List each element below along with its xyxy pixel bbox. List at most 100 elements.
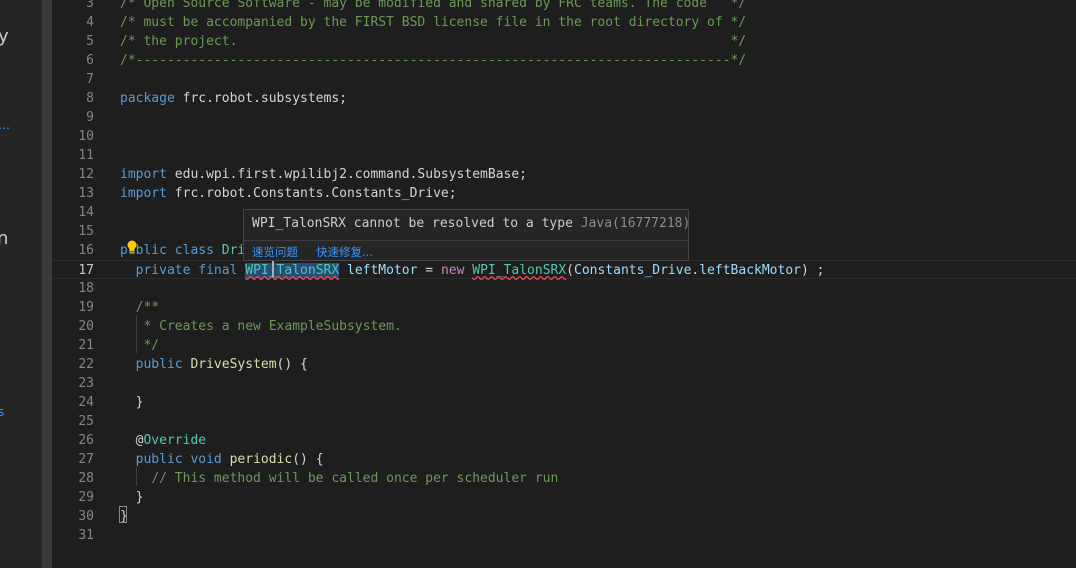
line-number: 15 bbox=[78, 224, 94, 239]
code-editor[interactable]: 3 /* Open Source Software - may be modifi… bbox=[52, 0, 1076, 568]
code-line[interactable]: 13 import frc.robot.Constants.Constants_D… bbox=[52, 184, 1076, 203]
code-line[interactable]: 24 } bbox=[52, 393, 1076, 412]
sidebar-panel: y … n J s bbox=[0, 0, 42, 568]
code-token: /* Open Source Software - may be modifie… bbox=[120, 0, 747, 11]
line-number: 31 bbox=[78, 528, 94, 543]
peek-problem-link[interactable]: 速览问题 bbox=[252, 244, 298, 260]
code-token: leftBackMotor bbox=[699, 263, 801, 278]
code-token: WPI_TalonSRX bbox=[245, 263, 340, 278]
code-token: ( bbox=[566, 263, 574, 278]
code-token: @ bbox=[120, 433, 144, 448]
code-token: } bbox=[120, 490, 144, 505]
line-code: public DriveSystem() { bbox=[120, 355, 308, 374]
line-number: 30 bbox=[78, 509, 94, 524]
line-number: 20 bbox=[78, 319, 94, 334]
hover-error-text: WPI_TalonSRX cannot be resolved to a typ… bbox=[252, 216, 573, 231]
line-number: 17 bbox=[78, 263, 94, 278]
code-token: /* the project. */ bbox=[120, 34, 747, 49]
code-line[interactable]: 29 } bbox=[52, 488, 1076, 507]
code-line[interactable]: 8 package frc.robot.subsystems; bbox=[52, 89, 1076, 108]
code-token: () { bbox=[292, 452, 324, 467]
line-code: @Override bbox=[120, 431, 206, 450]
code-token: leftMotor bbox=[347, 263, 418, 278]
code-token: */ bbox=[143, 338, 160, 353]
code-token: public bbox=[135, 452, 183, 467]
code-token: * Creates a new ExampleSubsystem. bbox=[143, 319, 402, 334]
code-token: /** bbox=[135, 300, 160, 315]
code-token: ) ; bbox=[800, 263, 825, 278]
code-token: public bbox=[135, 357, 183, 372]
code-line[interactable]: 6 /*-------------------------------------… bbox=[52, 51, 1076, 70]
code-line[interactable]: 20 * Creates a new ExampleSubsystem. bbox=[52, 317, 1076, 336]
code-line[interactable]: 18 bbox=[52, 279, 1076, 298]
code-line[interactable]: 7 bbox=[52, 70, 1076, 89]
code-token: frc.robot.subsystems; bbox=[174, 91, 347, 106]
sidebar-scrollbar[interactable] bbox=[42, 0, 52, 568]
code-token: DriveSystem bbox=[190, 357, 277, 372]
hover-error-source: Java(16777218) bbox=[580, 216, 691, 231]
line-number: 25 bbox=[78, 414, 94, 429]
line-number: 19 bbox=[78, 300, 94, 315]
code-token: package bbox=[120, 91, 175, 106]
code-token: edu.wpi.first.wpilibj2.command.Subsystem… bbox=[166, 167, 527, 182]
line-code: /** bbox=[120, 298, 159, 317]
code-line[interactable]: 9 bbox=[52, 108, 1076, 127]
line-number: 23 bbox=[78, 376, 94, 391]
code-token: /*--------------------------------------… bbox=[120, 53, 747, 68]
code-token: final bbox=[198, 263, 238, 278]
line-code: private final WPI_TalonSRX leftMotor = n… bbox=[120, 261, 824, 280]
code-token: = bbox=[417, 263, 441, 278]
indent-guide bbox=[136, 315, 137, 353]
line-number: 28 bbox=[78, 471, 94, 486]
code-line[interactable]: 4 /* must be accompanied by the FIRST BSD… bbox=[52, 13, 1076, 32]
code-line[interactable]: 12 import edu.wpi.first.wpilibj2.command.… bbox=[52, 165, 1076, 184]
hover-actions: 速览问题 快速修复... bbox=[244, 240, 688, 261]
line-code: public class Dri bbox=[120, 241, 245, 260]
line-number: 4 bbox=[86, 15, 94, 30]
code-line[interactable]: 5 /* the project. */ bbox=[52, 32, 1076, 51]
sidebar-text-fragment: y bbox=[0, 26, 9, 47]
code-token: void bbox=[190, 452, 222, 467]
code-line[interactable]: 28 // This method will be called once pe… bbox=[52, 469, 1076, 488]
line-number: 5 bbox=[86, 34, 94, 49]
quick-fix-link[interactable]: 快速修复... bbox=[316, 244, 373, 260]
line-number: 24 bbox=[78, 395, 94, 410]
code-line[interactable]: 31 bbox=[52, 526, 1076, 545]
error-hover-widget: WPI_TalonSRX cannot be resolved to a typ… bbox=[243, 209, 691, 261]
lightbulb-icon[interactable] bbox=[126, 240, 138, 254]
line-code: package frc.robot.subsystems; bbox=[120, 89, 347, 108]
line-code: */ bbox=[120, 336, 159, 355]
line-code: } bbox=[120, 393, 144, 412]
line-code: // This method will be called once per s… bbox=[120, 469, 558, 488]
code-line[interactable]: 27 public void periodic() { bbox=[52, 450, 1076, 469]
bracket-match-highlight bbox=[119, 506, 127, 523]
code-line[interactable]: 22 public DriveSystem() { bbox=[52, 355, 1076, 374]
code-token: new bbox=[440, 263, 465, 278]
code-line[interactable]: 25 bbox=[52, 412, 1076, 431]
code-line[interactable]: 3 /* Open Source Software - may be modifi… bbox=[52, 0, 1076, 13]
indent-guide bbox=[136, 467, 137, 486]
code-token: import bbox=[120, 186, 167, 201]
code-token: // This method will be called once per s… bbox=[151, 471, 559, 486]
line-code: * Creates a new ExampleSubsystem. bbox=[120, 317, 402, 336]
code-line[interactable]: 30} bbox=[52, 507, 1076, 526]
line-code: /* the project. */ bbox=[120, 32, 746, 51]
line-code: /*--------------------------------------… bbox=[120, 51, 746, 70]
code-line[interactable]: 10 bbox=[52, 127, 1076, 146]
code-line[interactable]: 11 bbox=[52, 146, 1076, 165]
line-code: /* Open Source Software - may be modifie… bbox=[120, 0, 746, 13]
code-line[interactable]: 26 @Override bbox=[52, 431, 1076, 450]
line-number: 13 bbox=[78, 186, 94, 201]
code-line[interactable]: 19 /** bbox=[52, 298, 1076, 317]
code-line[interactable]: 17 private final WPI_TalonSRX leftMotor … bbox=[52, 260, 1076, 279]
code-line[interactable]: 23 bbox=[52, 374, 1076, 393]
code-line[interactable]: 21 */ bbox=[52, 336, 1076, 355]
code-token: Dri bbox=[221, 243, 246, 258]
